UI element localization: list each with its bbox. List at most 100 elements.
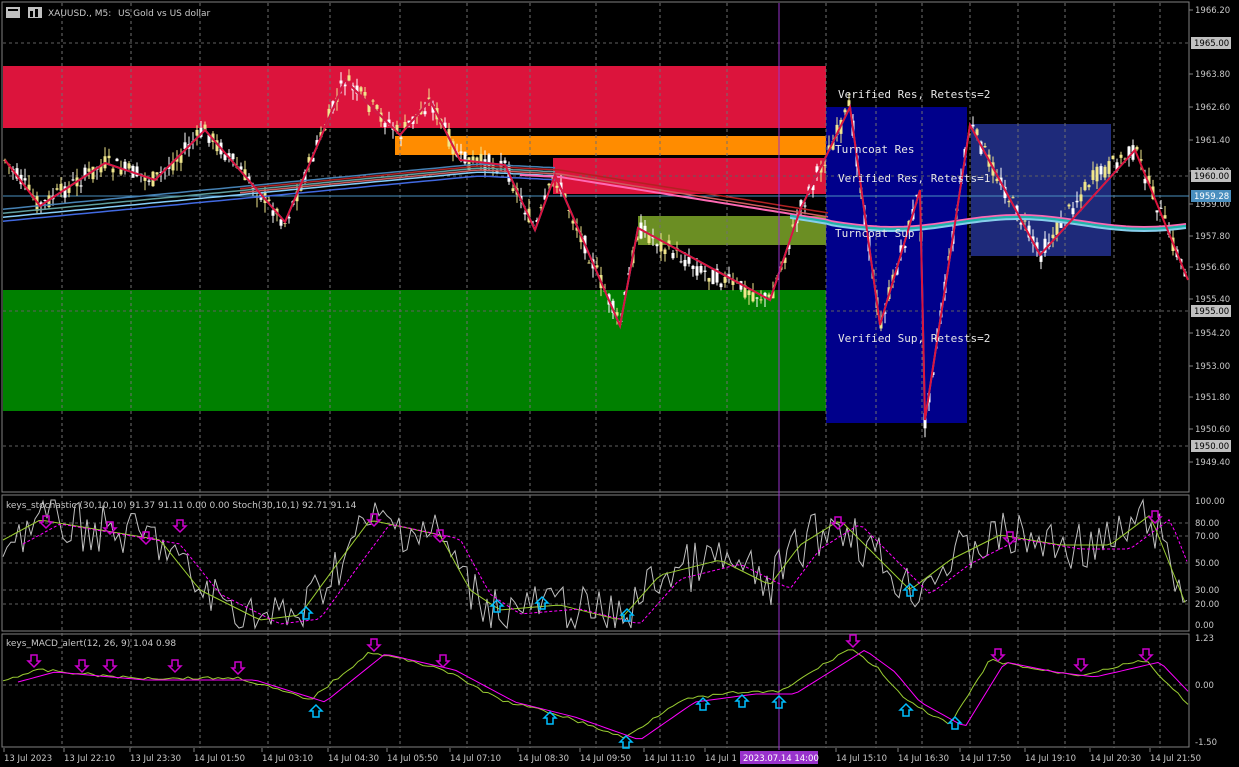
stochastic-tick-label: 100.00	[1195, 497, 1225, 507]
candle-body	[595, 265, 599, 268]
candle-body	[119, 169, 123, 175]
candle-body	[115, 158, 119, 162]
candle-body	[375, 105, 379, 109]
trading-chart[interactable]: Verified Res, Retests=2 Turncoat Res Ver…	[0, 0, 1239, 767]
candle-body	[511, 188, 515, 192]
candle-body	[339, 80, 343, 84]
candle-body	[503, 160, 507, 163]
candle-body	[823, 164, 827, 166]
price-tick-label: 1950.60	[1195, 425, 1230, 435]
time-tick-label: 14 Jul 16:30	[898, 754, 949, 764]
stochastic-tick-label: 30.00	[1195, 586, 1219, 596]
price-tick-label: 1962.60	[1195, 103, 1230, 113]
price-level-label: 1965.00	[1194, 39, 1229, 49]
time-tick-label: 13 Jul 22:10	[64, 754, 115, 764]
candle-body	[1055, 222, 1059, 235]
candle-body	[759, 299, 763, 301]
time-tick-label: 14 Jul 11:10	[644, 754, 695, 764]
crosshair-time-label: 2023.07.14 14:00	[743, 754, 819, 764]
candle-body	[695, 266, 699, 276]
candle-body	[459, 151, 463, 154]
candle-body	[1083, 181, 1087, 191]
time-tick-label: 14 Jul 01:50	[194, 754, 245, 764]
stochastic-tick-label: 50.00	[1195, 559, 1219, 569]
candle-body	[587, 262, 591, 264]
candle-body	[767, 294, 771, 297]
zone-label-turncoat-sup: Turncoat Sup	[835, 227, 914, 240]
stochastic-tick-label: 80.00	[1195, 519, 1219, 529]
time-tick-label: 14 Jul 09:50	[580, 754, 631, 764]
candle-body	[1163, 215, 1167, 219]
candle-body	[271, 210, 275, 216]
candle-body	[71, 179, 75, 181]
price-tick-label: 1963.80	[1195, 70, 1230, 80]
candle-body	[1023, 220, 1027, 222]
candle-body	[1103, 166, 1107, 178]
candle-body	[1107, 161, 1111, 174]
candle-body	[1075, 200, 1079, 203]
chart-header: XAUUSD., M5: US Gold vs US dollar	[6, 7, 210, 19]
time-tick-label: 14 Jul 20:30	[1090, 754, 1141, 764]
candle-body	[803, 205, 807, 207]
candle-body	[719, 283, 723, 288]
time-tick-label: 14 Jul 21:50	[1150, 754, 1201, 764]
verified-zone-box-2	[971, 124, 1111, 256]
candle-body	[1079, 194, 1083, 202]
candle-body	[703, 270, 707, 272]
price-level-label: 1955.00	[1194, 307, 1229, 317]
time-tick-label: 14 Jul 04:30	[328, 754, 379, 764]
candle-body	[231, 153, 235, 160]
candle-body	[363, 92, 367, 96]
candle-body	[1155, 210, 1159, 213]
macd-tick-label: 0.00	[1195, 681, 1214, 691]
time-tick-label: 14 Jul 17:50	[960, 754, 1011, 764]
candle-body	[679, 261, 683, 263]
price-axis[interactable]: 1966.201963.801962.601961.401960.201959.…	[1189, 6, 1231, 468]
price-level-label: 1960.00	[1194, 172, 1229, 182]
candle-body	[671, 252, 675, 259]
candle-body	[1099, 166, 1103, 175]
stochastic-tick-label: 70.00	[1195, 532, 1219, 542]
candle-body	[655, 244, 659, 247]
time-tick-label: 14 Jul 05:50	[387, 754, 438, 764]
candle-body	[111, 168, 115, 173]
price-tick-label: 1961.40	[1195, 136, 1230, 146]
candle-body	[1119, 154, 1123, 158]
current-price-label: 1959.28	[1194, 192, 1229, 202]
candle-body	[155, 172, 159, 175]
candle-body	[555, 185, 559, 188]
candle-body	[55, 188, 59, 190]
zone-label-verified-sup: Verified Sup, Retests=2	[838, 332, 990, 345]
candle-body	[359, 87, 363, 92]
candle-body	[147, 180, 151, 182]
macd-tick-label: 1.23	[1195, 634, 1214, 644]
candle-body	[1039, 255, 1043, 262]
symbol-label: XAUUSD., M5:	[48, 9, 111, 19]
candle-body	[23, 178, 27, 181]
chart-window-icon[interactable]	[6, 7, 20, 18]
candle-body	[1067, 204, 1071, 207]
price-tick-label: 1966.20	[1195, 6, 1230, 16]
candle-body	[711, 269, 715, 285]
candle-body	[267, 199, 271, 201]
time-tick-label: 13 Jul 2023	[4, 754, 52, 764]
time-tick-label: 14 Jul 19:10	[1025, 754, 1076, 764]
candle-body	[399, 137, 403, 139]
candle-body	[683, 259, 687, 267]
macd-axis: 1.23 0.00 -1.50	[1195, 634, 1217, 748]
zone-label-verified-res: Verified Res, Retests=2	[838, 88, 990, 101]
candle-body	[983, 145, 987, 148]
price-tick-label: 1957.80	[1195, 232, 1230, 242]
time-tick-label: 14 Jul 08:30	[518, 754, 569, 764]
candle-body	[483, 159, 487, 171]
zone-label-turncoat-res: Turncoat Res	[835, 143, 914, 156]
candle-body	[1111, 155, 1115, 160]
price-tick-label: 1955.40	[1195, 295, 1230, 305]
candle-body	[79, 185, 83, 187]
stochastic-tick-label: 20.00	[1195, 600, 1219, 610]
candle-body	[691, 265, 695, 269]
candle-body	[843, 109, 847, 113]
candle-body	[755, 297, 759, 299]
candle-body	[1011, 197, 1015, 199]
time-axis[interactable]: 13 Jul 2023 13 Jul 22:10 13 Jul 23:30 14 Ju…	[3, 748, 1201, 764]
